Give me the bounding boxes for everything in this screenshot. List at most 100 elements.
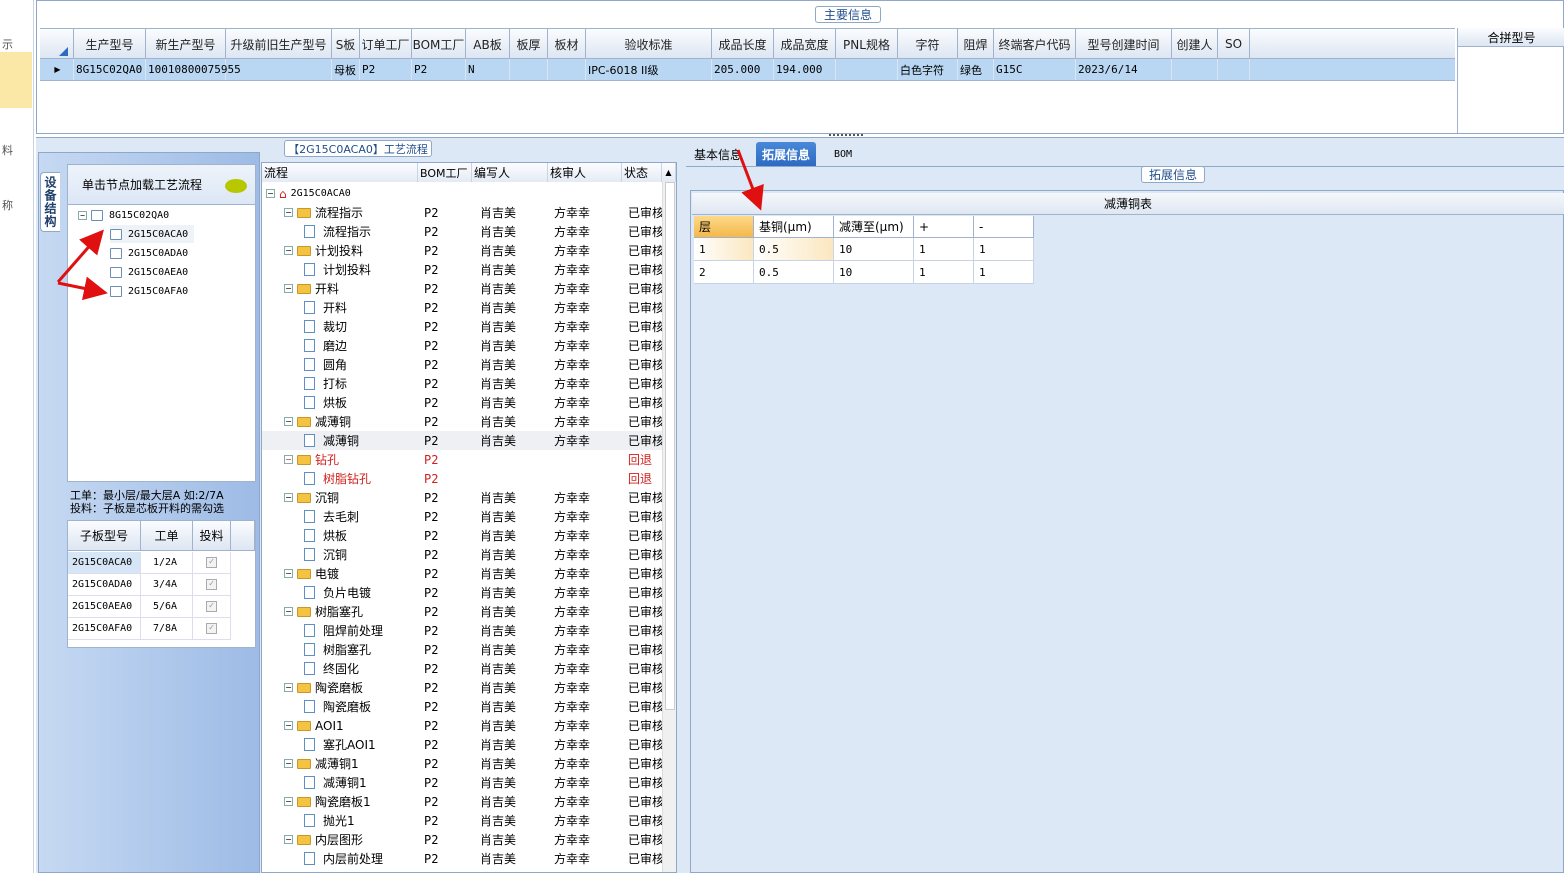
cell[interactable]: 母板 bbox=[332, 59, 360, 80]
col-header[interactable]: 子板型号 bbox=[68, 521, 141, 551]
flow-row[interactable]: − AOI1 P2 肖吉美 方幸幸 已审核 bbox=[262, 716, 662, 735]
collapse-icon[interactable]: − bbox=[284, 417, 293, 426]
sub-model-cell[interactable]: 2G15C0AEA0 bbox=[68, 596, 141, 618]
cell[interactable]: 205.000 bbox=[712, 59, 774, 80]
col-header[interactable]: 工单 bbox=[141, 521, 193, 551]
ext-cell[interactable]: 0.5 bbox=[754, 261, 834, 284]
ext-col-header[interactable]: - bbox=[974, 216, 1034, 238]
col-header[interactable]: 板厚 bbox=[510, 29, 548, 59]
col-header[interactable]: 创建人 bbox=[1172, 29, 1218, 59]
ext-col-header[interactable]: 层 bbox=[694, 216, 754, 238]
ext-cell[interactable]: 10 bbox=[834, 238, 914, 261]
collapse-icon[interactable]: − bbox=[78, 210, 87, 220]
flow-root-row[interactable]: − ⌂ 2G15C0ACA0 bbox=[262, 184, 662, 203]
col-header[interactable]: 核审人 bbox=[548, 163, 622, 182]
main-grid-row[interactable]: ▶ 8G15C02QA0 10010800075955 母板 P2 P2 N IPC-601… bbox=[40, 59, 1455, 81]
cell[interactable]: 绿色 bbox=[958, 59, 994, 80]
flow-row[interactable]: − 开料 P2 肖吉美 方幸幸 已审核 bbox=[262, 279, 662, 298]
cell[interactable]: 2023/6/14 bbox=[1076, 59, 1172, 80]
collapse-icon[interactable]: − bbox=[266, 189, 275, 198]
feed-checkbox[interactable]: ✓ bbox=[206, 557, 217, 568]
flow-row[interactable]: 内层前处理 P2 肖吉美 方幸幸 已审核 bbox=[262, 849, 662, 868]
flow-scrollbar[interactable] bbox=[662, 182, 676, 872]
collapse-icon[interactable]: − bbox=[284, 569, 293, 578]
col-header[interactable]: 新生产型号 bbox=[146, 29, 226, 59]
col-header[interactable]: BOM工厂 bbox=[418, 163, 472, 182]
cell[interactable]: P2 bbox=[360, 59, 412, 80]
ext-col-header[interactable]: 减薄至(μm) bbox=[834, 216, 914, 238]
collapse-icon[interactable]: − bbox=[284, 759, 293, 768]
row-header-corner[interactable] bbox=[40, 29, 74, 59]
ext-cell[interactable]: 10 bbox=[834, 261, 914, 284]
ext-cell[interactable]: 1 bbox=[914, 261, 974, 284]
flow-row[interactable]: − 计划投料 P2 肖吉美 方幸幸 已审核 bbox=[262, 241, 662, 260]
collapse-icon[interactable]: − bbox=[284, 607, 293, 616]
flow-row[interactable]: − 陶瓷磨板 P2 肖吉美 方幸幸 已审核 bbox=[262, 678, 662, 697]
col-header[interactable]: 型号创建时间 bbox=[1076, 29, 1172, 59]
flow-row[interactable]: 去毛刺 P2 肖吉美 方幸幸 已审核 bbox=[262, 507, 662, 526]
tab-basic-info[interactable]: 基本信息 bbox=[688, 142, 748, 166]
collapse-icon[interactable]: − bbox=[284, 284, 293, 293]
order-cell[interactable]: 7/8A bbox=[141, 618, 193, 640]
cell[interactable]: N bbox=[466, 59, 510, 80]
flow-row[interactable]: − 减薄铜1 P2 肖吉美 方幸幸 已审核 bbox=[262, 754, 662, 773]
flow-row[interactable]: − 钻孔 P2 回退 bbox=[262, 450, 662, 469]
col-header[interactable]: 状态 bbox=[622, 163, 662, 182]
sub-model-cell[interactable]: 2G15C0AFA0 bbox=[68, 618, 141, 640]
col-header[interactable]: 升级前旧生产型号 bbox=[226, 29, 332, 59]
cell[interactable]: P2 bbox=[412, 59, 466, 80]
tree-node[interactable]: 2G15C0AEA0 bbox=[110, 263, 188, 281]
order-cell[interactable]: 1/2A bbox=[141, 552, 193, 574]
scroll-up-icon[interactable]: ▲ bbox=[662, 163, 676, 182]
flow-row[interactable]: − 沉铜 P2 肖吉美 方幸幸 已审核 bbox=[262, 488, 662, 507]
splitter-grip[interactable] bbox=[829, 134, 863, 138]
left-strip-selected[interactable] bbox=[0, 52, 32, 108]
side-tab-structure[interactable]: 设备结构 bbox=[40, 172, 60, 232]
ext-cell[interactable]: 1 bbox=[974, 261, 1034, 284]
flow-row[interactable]: − 减薄铜 P2 肖吉美 方幸幸 已审核 bbox=[262, 412, 662, 431]
cell[interactable] bbox=[510, 59, 548, 80]
col-header[interactable]: 编写人 bbox=[472, 163, 548, 182]
col-header[interactable]: 成品宽度 bbox=[774, 29, 836, 59]
cell[interactable]: G15C bbox=[994, 59, 1076, 80]
collapse-icon[interactable]: − bbox=[284, 493, 293, 502]
feed-checkbox[interactable]: ✓ bbox=[206, 579, 217, 590]
cell[interactable]: 8G15C02QA0 bbox=[74, 59, 146, 80]
col-header[interactable]: 验收标准 bbox=[586, 29, 712, 59]
cell[interactable]: 白色字符 bbox=[898, 59, 958, 80]
tree-node[interactable]: 2G15C0ACA0 bbox=[110, 225, 195, 243]
cell[interactable] bbox=[836, 59, 898, 80]
flow-row[interactable]: 沉铜 P2 肖吉美 方幸幸 已审核 bbox=[262, 545, 662, 564]
flow-row[interactable]: 塞孔AOI1 P2 肖吉美 方幸幸 已审核 bbox=[262, 735, 662, 754]
flow-row[interactable]: 计划投料 P2 肖吉美 方幸幸 已审核 bbox=[262, 260, 662, 279]
col-header[interactable]: S板 bbox=[332, 29, 360, 59]
flow-row[interactable]: − 电镀 P2 肖吉美 方幸幸 已审核 bbox=[262, 564, 662, 583]
sub-model-cell[interactable]: 2G15C0ADA0 bbox=[68, 574, 141, 596]
merge-model-header[interactable]: 合拼型号 bbox=[1458, 28, 1564, 47]
scroll-thumb[interactable] bbox=[665, 182, 675, 710]
cell[interactable]: 10010800075955 bbox=[146, 59, 241, 80]
ext-cell[interactable]: 2 bbox=[694, 261, 754, 284]
order-cell[interactable]: 5/6A bbox=[141, 596, 193, 618]
collapse-icon[interactable]: − bbox=[284, 455, 293, 464]
flow-row[interactable]: 开料 P2 肖吉美 方幸幸 已审核 bbox=[262, 298, 662, 317]
col-header[interactable]: 投料 bbox=[193, 521, 231, 551]
flow-row[interactable]: 裁切 P2 肖吉美 方幸幸 已审核 bbox=[262, 317, 662, 336]
ext-col-header[interactable]: 基铜(μm) bbox=[754, 216, 834, 238]
flow-row[interactable]: 烘板 P2 肖吉美 方幸幸 已审核 bbox=[262, 393, 662, 412]
sub-model-cell[interactable]: 2G15C0ACA0 bbox=[68, 552, 141, 574]
flow-row[interactable]: − 树脂塞孔 P2 肖吉美 方幸幸 已审核 bbox=[262, 602, 662, 621]
flow-row[interactable]: 陶瓷磨板 P2 肖吉美 方幸幸 已审核 bbox=[262, 697, 662, 716]
flow-row[interactable]: 流程指示 P2 肖吉美 方幸幸 已审核 bbox=[262, 222, 662, 241]
order-cell[interactable]: 3/4A bbox=[141, 574, 193, 596]
flow-row[interactable]: 抛光1 P2 肖吉美 方幸幸 已审核 bbox=[262, 811, 662, 830]
flow-row[interactable]: 打标 P2 肖吉美 方幸幸 已审核 bbox=[262, 374, 662, 393]
flow-row[interactable]: 磨边 P2 肖吉美 方幸幸 已审核 bbox=[262, 336, 662, 355]
flow-row[interactable]: 减薄铜1 P2 肖吉美 方幸幸 已审核 bbox=[262, 773, 662, 792]
collapse-icon[interactable]: − bbox=[284, 797, 293, 806]
tab-extended-info[interactable]: 拓展信息 bbox=[756, 142, 817, 166]
col-header[interactable]: BOM工厂 bbox=[412, 29, 466, 59]
tree-node[interactable]: 2G15C0ADA0 bbox=[110, 244, 188, 262]
flow-row[interactable]: 烘板 P2 肖吉美 方幸幸 已审核 bbox=[262, 526, 662, 545]
col-header[interactable]: 流程 bbox=[262, 163, 418, 182]
